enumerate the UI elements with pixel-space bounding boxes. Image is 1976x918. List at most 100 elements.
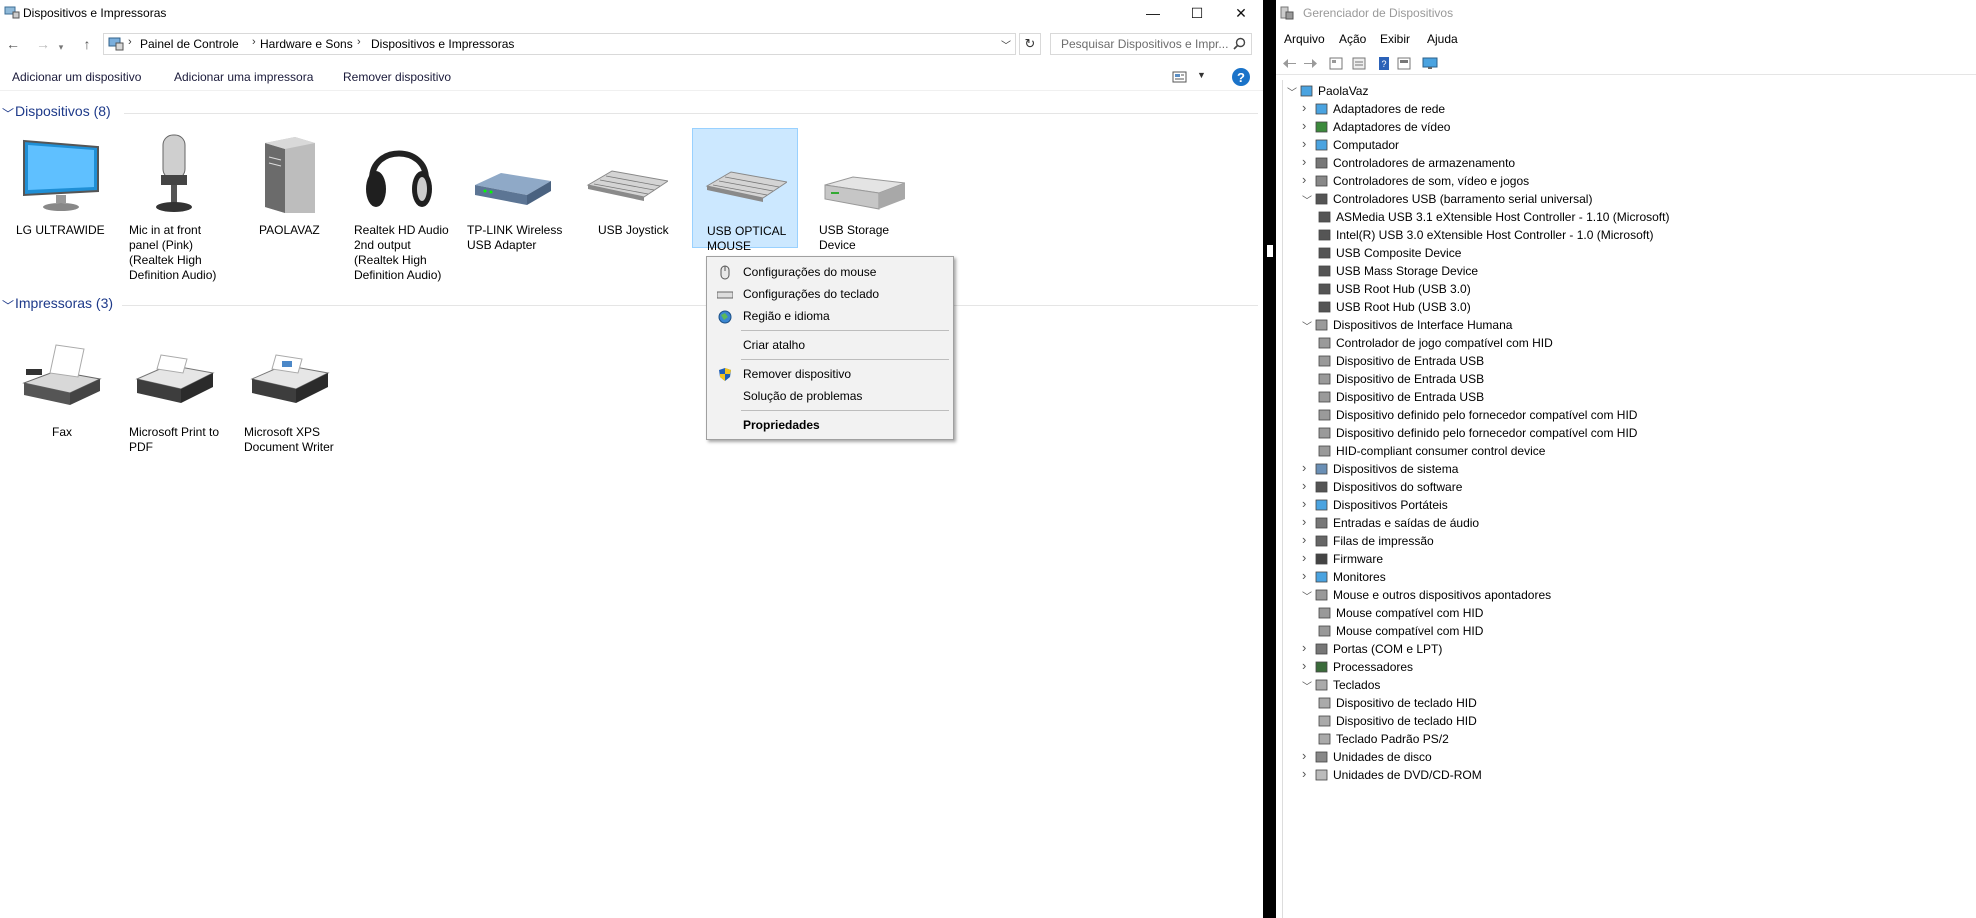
tree-node-label: Controladores de som, vídeo e jogos [1333, 174, 1530, 188]
minimize-button[interactable]: — [1131, 0, 1175, 26]
monitor-icon[interactable] [1422, 56, 1438, 71]
printer-tile[interactable]: Microsoft XPS Document Writer [236, 330, 342, 454]
device-view-icon[interactable] [1396, 56, 1412, 71]
devices-group-header[interactable]: ﹀ Dispositivos (8) [0, 103, 1258, 123]
breadcrumb-control-panel[interactable]: Painel de Controle [140, 37, 239, 51]
device-tile[interactable]: PAOLAVAZ [233, 128, 339, 248]
window-splitter[interactable] [1263, 0, 1276, 918]
close-button[interactable]: ✕ [1219, 0, 1263, 26]
menu-file[interactable]: Arquivo [1284, 32, 1325, 46]
add-device-button[interactable]: Adicionar um dispositivo [12, 70, 141, 84]
chevron-right-icon[interactable]: › [1302, 766, 1312, 781]
address-bar[interactable]: › Painel de Controle › Hardware e Sons ›… [103, 33, 1016, 55]
chevron-down-icon[interactable]: ﹀ [2, 105, 14, 122]
chevron-right-icon[interactable]: › [1302, 118, 1312, 133]
device-tile[interactable]: TP-LINK Wireless USB Adapter [459, 128, 565, 252]
chevron-right-icon[interactable]: › [1302, 496, 1312, 511]
chevron-right-icon[interactable]: › [1302, 658, 1312, 673]
chevron-right-icon[interactable]: › [1302, 460, 1312, 475]
view-options-icon[interactable] [1172, 70, 1188, 84]
printer-icon [250, 354, 330, 403]
chevron-down-icon[interactable]: ﹀ [2, 297, 14, 314]
chevron-right-icon[interactable]: › [1302, 748, 1312, 763]
chevron-down-icon[interactable]: ﹀ [1302, 318, 1312, 333]
device-tile[interactable]: LG ULTRAWIDE [8, 128, 114, 248]
chevron-right-icon[interactable]: › [1302, 172, 1312, 187]
chevron-down-icon[interactable]: ﹀ [1302, 588, 1312, 603]
hid-icon [1315, 319, 1328, 331]
forward-button[interactable]: → [33, 35, 53, 53]
recent-dropdown-icon[interactable]: ▾ [51, 38, 71, 56]
printers-group-header[interactable]: ﹀ Impressoras (3) [0, 295, 1258, 315]
tree-node-label: Dispositivos Portáteis [1333, 498, 1448, 512]
search-icon[interactable] [1233, 37, 1246, 50]
network-icon [1315, 103, 1328, 115]
tree-node-label: Unidades de disco [1333, 750, 1432, 764]
splitter-grip[interactable] [1267, 245, 1273, 257]
hid-icon [1318, 445, 1331, 457]
menu-item-properties[interactable]: Propriedades [709, 415, 951, 436]
chevron-right-icon[interactable]: › [1302, 640, 1312, 655]
chevron-right-icon[interactable]: › [1302, 478, 1312, 493]
scan-hardware-icon[interactable] [1351, 56, 1367, 71]
back-button[interactable]: ← [3, 35, 23, 53]
breadcrumb-hardware-sound[interactable]: Hardware e Sons [260, 37, 353, 51]
forward-arrow-icon[interactable] [1302, 56, 1318, 71]
menu-item-region-language[interactable]: Região e idioma [709, 306, 951, 327]
chevron-down-icon[interactable]: ﹀ [1287, 84, 1297, 99]
view-dropdown-icon[interactable]: ▼ [1197, 70, 1206, 80]
device-tile[interactable]: Realtek HD Audio 2nd output (Realtek Hig… [346, 128, 452, 282]
menu-separator [741, 359, 949, 360]
chevron-right-icon[interactable]: › [1302, 568, 1312, 583]
menu-help[interactable]: Ajuda [1427, 32, 1458, 46]
breadcrumb-devices-printers[interactable]: Dispositivos e Impressoras [371, 37, 514, 51]
tree-node-label: USB Root Hub (USB 3.0) [1336, 300, 1471, 314]
usb-icon [1318, 247, 1331, 259]
display-adapter-icon [1315, 121, 1328, 133]
printer-tile[interactable]: Fax [8, 330, 114, 450]
add-printer-button[interactable]: Adicionar uma impressora [174, 70, 313, 84]
tree-node-label: Intel(R) USB 3.0 eXtensible Host Control… [1336, 228, 1654, 242]
tree-node-label: Teclado Padrão PS/2 [1336, 732, 1449, 746]
tree-node-label: HID-compliant consumer control device [1336, 444, 1546, 458]
chevron-right-icon[interactable]: › [1302, 514, 1312, 529]
device-label: LG ULTRAWIDE [16, 223, 105, 237]
menu-bar: Arquivo Ação Exibir Ajuda [1276, 30, 1976, 50]
usb-icon [1318, 211, 1331, 223]
tree-node-label: Dispositivo de Entrada USB [1336, 372, 1485, 386]
device-tile[interactable]: USB Storage Device [811, 128, 917, 252]
refresh-button[interactable]: ↻ [1019, 33, 1041, 55]
menu-item-keyboard-settings[interactable]: Configurações do teclado [709, 284, 951, 305]
help-book-icon[interactable]: ? [1376, 56, 1392, 71]
chevron-right-icon[interactable]: › [1302, 154, 1312, 169]
chevron-down-icon[interactable]: ﹀ [1001, 37, 1011, 52]
chevron-down-icon[interactable]: ﹀ [1302, 192, 1312, 207]
chevron-right-icon[interactable]: › [1302, 100, 1312, 115]
tree-node-label: USB Root Hub (USB 3.0) [1336, 282, 1471, 296]
chevron-right-icon[interactable]: › [1302, 550, 1312, 565]
menu-item-remove-device[interactable]: Remover dispositivo [709, 364, 951, 385]
properties-icon[interactable] [1328, 56, 1344, 71]
chevron-right-icon[interactable]: › [1302, 136, 1312, 151]
back-arrow-icon[interactable] [1282, 56, 1298, 71]
search-input[interactable]: Pesquisar Dispositivos e Impr... [1050, 33, 1252, 55]
keyboard-icon [1318, 697, 1331, 709]
menu-item-troubleshoot[interactable]: Solução de problemas [709, 386, 951, 407]
menu-action[interactable]: Ação [1339, 32, 1366, 46]
device-manager-toolbar: ? [1276, 53, 1976, 75]
menu-view[interactable]: Exibir [1380, 32, 1410, 46]
device-tile[interactable]: USB Joystick [574, 128, 680, 248]
storage-controller-icon [1315, 157, 1328, 169]
maximize-button[interactable]: ☐ [1175, 0, 1219, 26]
remove-device-button[interactable]: Remover dispositivo [343, 70, 451, 84]
device-tile-selected[interactable]: USB OPTICAL MOUSE [692, 128, 798, 253]
help-icon[interactable]: ? [1232, 68, 1250, 86]
up-button[interactable]: ↑ [77, 35, 97, 53]
menu-item-create-shortcut[interactable]: Criar atalho [709, 335, 951, 356]
menu-item-mouse-settings[interactable]: Configurações do mouse [709, 262, 951, 283]
printer-tile[interactable]: Microsoft Print to PDF [121, 330, 227, 454]
chevron-right-icon[interactable]: › [1302, 532, 1312, 547]
breadcrumb-separator-icon: › [252, 36, 256, 48]
chevron-down-icon[interactable]: ﹀ [1302, 678, 1312, 693]
device-tile[interactable]: Mic in at front panel (Pink) (Realtek Hi… [121, 128, 227, 282]
